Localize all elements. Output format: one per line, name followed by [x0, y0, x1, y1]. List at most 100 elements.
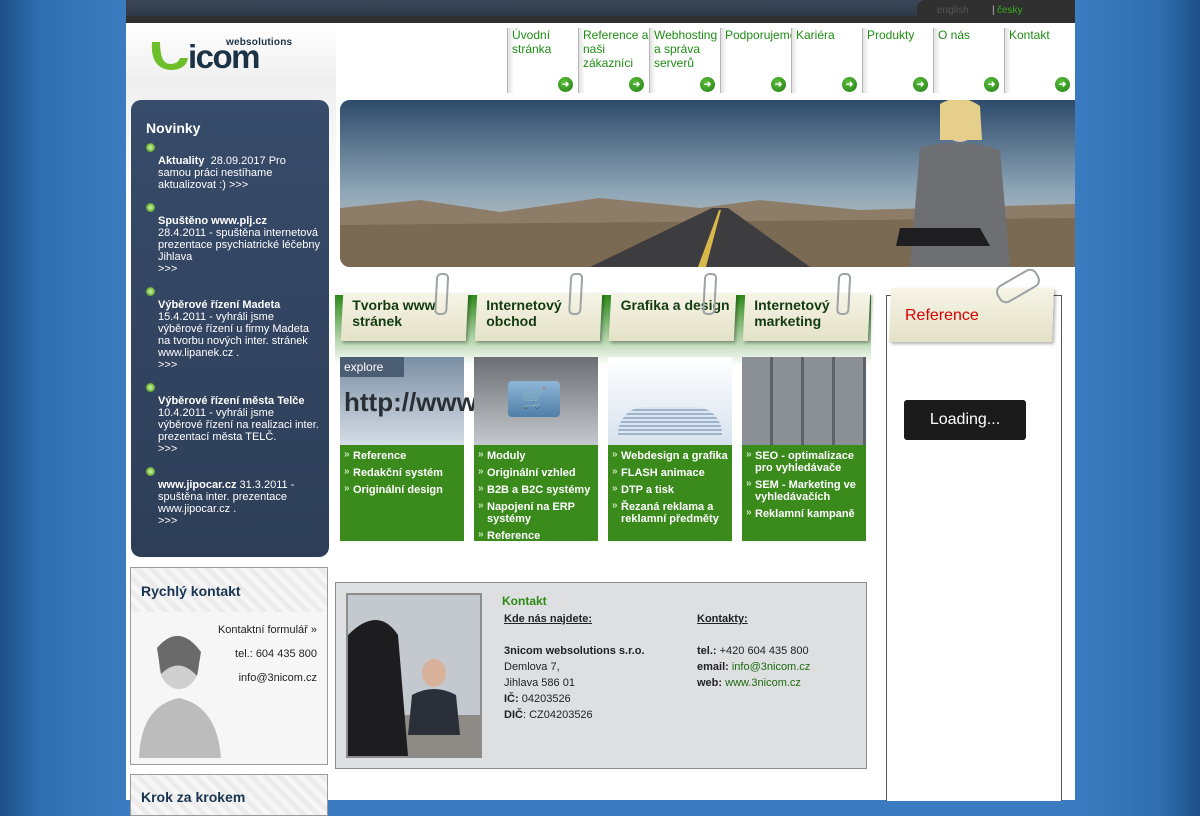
news-more-link[interactable]: >>> [158, 359, 321, 371]
news-more-link[interactable]: >>> [229, 179, 248, 191]
nav-item-about[interactable]: O nás ➜ [933, 28, 1004, 93]
service-link[interactable]: DTP a tisk [608, 483, 732, 501]
news-item-title: Spuštěno www.plj.cz [158, 215, 267, 227]
service-header-eshop[interactable]: Internetový obchod [474, 273, 603, 341]
news-more-link[interactable]: >>> [158, 515, 321, 527]
bullet-icon [146, 203, 155, 212]
ico-value: 04203526 [521, 693, 571, 705]
news-item[interactable]: www.jipocar.cz 31.3.2011 - spuštěna inte… [146, 467, 321, 527]
quick-contact-title: Rychlý kontakt [141, 583, 241, 599]
nav-item-support[interactable]: Podporujeme ➜ [720, 28, 796, 93]
nav-item-home[interactable]: Úvodní stránka ➜ [507, 28, 578, 93]
service-link[interactable]: Redakční systém [340, 466, 464, 484]
service-link[interactable]: Reklamní kampaně [742, 507, 866, 525]
quick-contact-phone: tel.: 604 435 800 [235, 648, 317, 660]
nav-label: Kontakt [1009, 28, 1050, 42]
arrow-right-icon: ➜ [700, 77, 715, 92]
nav-label: Produkty [867, 28, 915, 42]
contact-form-link[interactable]: Kontaktní formulář » [218, 624, 317, 636]
step-by-step-title: Krok za krokem [141, 789, 246, 805]
paperclip-icon [836, 273, 852, 315]
meeting-photo [346, 593, 482, 758]
nav-label: Kariéra [796, 28, 835, 42]
paperclip-icon [568, 273, 584, 315]
service-link[interactable]: Originální design [340, 483, 464, 501]
service-link[interactable]: Moduly [474, 449, 598, 467]
service-links-web: Reference Redakční systém Originální des… [340, 445, 464, 541]
nav-item-products[interactable]: Produkty ➜ [862, 28, 933, 93]
image-caption: explore [340, 357, 404, 377]
service-title: Tvorba www stránek [352, 297, 436, 329]
arrow-right-icon: ➜ [1055, 77, 1070, 92]
ico-line: IČ: 04203526 [504, 691, 571, 707]
dic-line: DIČ: CZ04203526 [504, 707, 593, 723]
top-bar-stripe [126, 16, 1075, 23]
bullet-icon [146, 467, 155, 476]
news-item[interactable]: Spuštěno www.plj.cz 28.4.2011 - spuštěna … [146, 203, 321, 275]
language-czech-link[interactable]: česky [997, 5, 1023, 16]
arrow-right-icon: ➜ [842, 77, 857, 92]
news-item[interactable]: Výběrové řízení Madeta 15.4.2011 - vyhrál… [146, 287, 321, 371]
service-header-marketing[interactable]: Internetový marketing [742, 273, 871, 341]
language-separator: | [992, 5, 995, 16]
reference-loading-indicator: Loading... [904, 400, 1026, 440]
email-link[interactable]: info@3nicom.cz [732, 661, 810, 673]
nav-item-career[interactable]: Kariéra ➜ [791, 28, 862, 93]
service-link[interactable]: Reference [340, 449, 464, 467]
web-line: web: www.3nicom.cz [697, 675, 801, 691]
nav-item-references[interactable]: Reference a naši zákazníci ➜ [578, 28, 649, 93]
quick-contact-email[interactable]: info@3nicom.cz [239, 672, 317, 684]
news-item[interactable]: Výběrové řízení města Telče 10.4.2011 - v… [146, 383, 321, 455]
news-more-link[interactable]: >>> [158, 443, 321, 455]
operator-photo [131, 626, 221, 758]
nav-label: Úvodní stránka [512, 28, 552, 56]
keyboard-cart-image: 🛒 [474, 357, 598, 445]
service-links-eshop: Moduly Originální vzhled B2B a B2C systé… [474, 445, 598, 542]
news-item-title: Aktuality [158, 155, 205, 167]
web-link[interactable]: www.3nicom.cz [725, 677, 801, 689]
service-header-web[interactable]: Tvorba www stránek [340, 273, 469, 341]
dic-label: DIČ [504, 709, 523, 721]
service-link[interactable]: Webdesign a grafika [608, 449, 732, 467]
service-link[interactable]: Reference [474, 529, 598, 547]
arrow-right-icon: ➜ [558, 77, 573, 92]
service-link[interactable]: Originální vzhled [474, 466, 598, 484]
service-title: Internetový marketing [754, 297, 830, 329]
service-link[interactable]: FLASH animace [608, 466, 732, 484]
language-english-link[interactable]: english [937, 5, 969, 16]
service-title: Internetový obchod [486, 297, 562, 329]
contact-title: Kontakt [502, 594, 547, 608]
service-links-design: Webdesign a grafika FLASH animace DTP a … [608, 445, 732, 541]
logo-mark-icon [151, 42, 188, 70]
city-address: Jihlava 586 01 [504, 677, 575, 689]
nav-item-webhosting[interactable]: Webhosting a správa serverů ➜ [649, 28, 720, 93]
nav-label: Reference a naši zákazníci [583, 28, 649, 70]
hero-banner [340, 100, 1075, 267]
news-more-link[interactable]: >>> [158, 263, 321, 275]
service-link[interactable]: SEO - optimalizace pro vyhledávače [742, 449, 866, 479]
news-item-text: 15.4.2011 - vyhráli jsme výběrové řízení… [158, 311, 310, 359]
service-link[interactable]: Napojení na ERP systémy [474, 500, 598, 530]
tel-line: tel.: +420 604 435 800 [697, 643, 809, 659]
ico-label: IČ: [504, 693, 519, 705]
company-name: 3nicom websolutions s.r.o. [504, 645, 645, 657]
news-item-text: 28.4.2011 - spuštěna internetová prezent… [158, 227, 321, 263]
tel-value: +420 604 435 800 [719, 645, 809, 657]
service-link[interactable]: B2B a B2C systémy [474, 483, 598, 501]
nav-item-contact[interactable]: Kontakt ➜ [1004, 28, 1075, 93]
nav-label: O nás [938, 28, 971, 42]
arrow-right-icon: ➜ [984, 77, 999, 92]
service-header-design[interactable]: Grafika a design [608, 273, 737, 341]
arrow-right-icon: ➜ [629, 77, 644, 92]
street-address: Demlova 7, [504, 661, 560, 673]
news-item[interactable]: Aktuality 28.09.2017 Pro samou práci nes… [146, 143, 321, 191]
news-item-text: 10.4.2011 - vyhráli jsme výběrové řízení… [158, 407, 319, 443]
paperclip-icon [702, 273, 718, 315]
arrow-right-icon: ➜ [913, 77, 928, 92]
arrow-right-icon: ➜ [771, 77, 786, 92]
service-link[interactable]: Řezaná reklama a reklamní předměty [608, 500, 732, 530]
service-link[interactable]: SEM - Marketing ve vyhledávačích [742, 478, 866, 508]
bullet-icon [146, 287, 155, 296]
cart-icon: 🛒 [508, 381, 560, 417]
reference-title: Reference [905, 307, 979, 324]
